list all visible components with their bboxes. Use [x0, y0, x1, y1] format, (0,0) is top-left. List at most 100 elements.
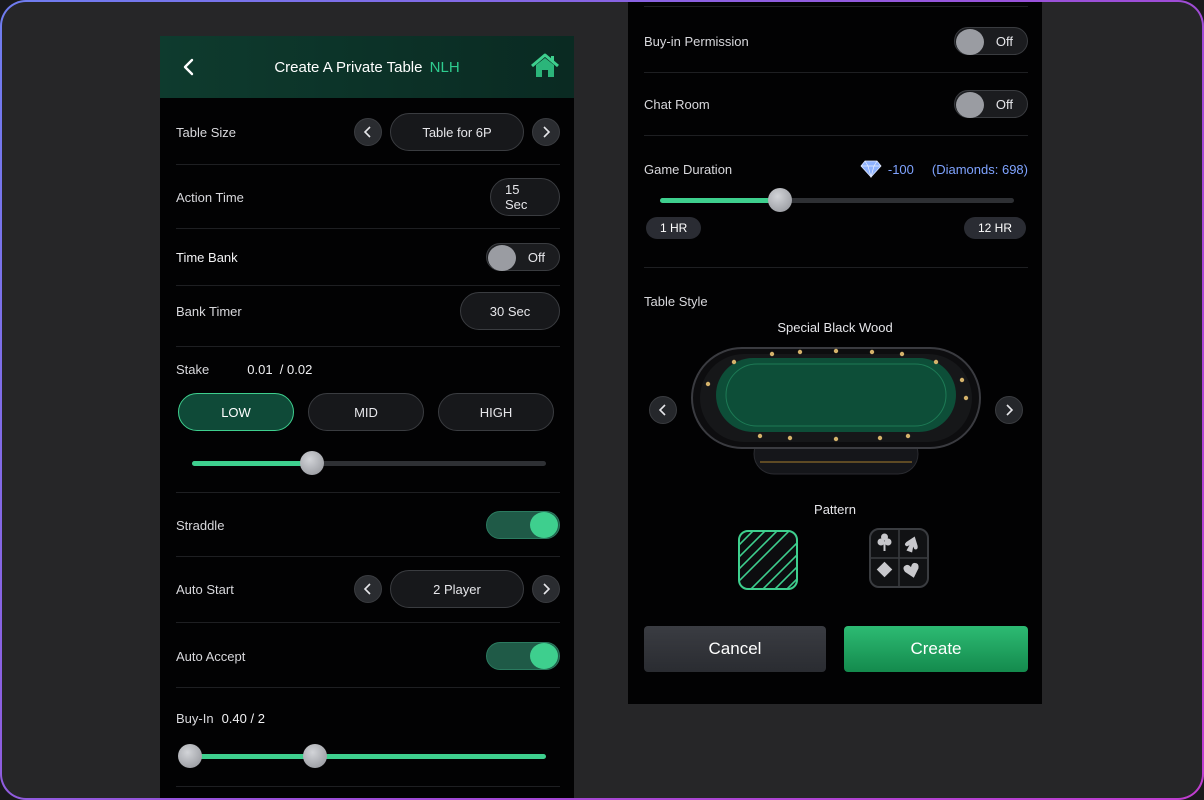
straddle-row: Straddle [176, 510, 560, 540]
auto-start-row: Auto Start 2 Player [176, 569, 560, 609]
back-button[interactable] [176, 54, 202, 80]
game-duration-cost: -100 (Diamonds: 698) [860, 160, 1028, 178]
stake-slider-fill [192, 461, 312, 466]
buyin-permission-toggle[interactable]: Off [954, 27, 1028, 55]
table-options-panel: Buy-in Permission Off Chat Room Off Game… [628, 2, 1042, 704]
panel-header: Create A Private Table NLH [160, 36, 574, 98]
chevron-right-icon [543, 126, 551, 138]
table-size-stepper: Table for 6P [354, 113, 560, 151]
stake-slider-handle[interactable] [300, 451, 324, 475]
auto-start-label: Auto Start [176, 581, 234, 597]
buy-in-range-slider[interactable] [178, 744, 546, 768]
time-bank-toggle[interactable]: Off [486, 243, 560, 271]
straddle-label: Straddle [176, 517, 225, 533]
stake-slider[interactable] [192, 451, 546, 475]
game-duration-label: Game Duration [644, 161, 733, 177]
game-duration-row: Game Duration -100 (Diamonds: 698) [644, 158, 1028, 180]
chat-room-state: Off [995, 97, 1013, 112]
auto-accept-label: Auto Accept [176, 648, 246, 664]
pattern-stripes-option[interactable] [738, 530, 798, 590]
divider [176, 164, 560, 165]
diagonal-stripes-pattern [740, 532, 796, 588]
bank-timer-row: Bank Timer 30 Sec [176, 292, 560, 330]
buyin-permission-state: Off [995, 34, 1013, 49]
time-bank-label: Time Bank [176, 249, 238, 265]
page-title: Create A Private Table NLH [274, 59, 459, 76]
chat-room-row: Chat Room Off [644, 89, 1028, 119]
chat-room-label: Chat Room [644, 96, 710, 112]
game-type-label: NLH [429, 58, 460, 76]
stake-level-high-button[interactable]: HIGH [438, 393, 554, 431]
buy-in-max-handle[interactable] [303, 744, 327, 768]
divider [644, 267, 1028, 268]
toggle-knob [956, 29, 984, 55]
buy-in-row: Buy-In 0.40 / 2 [176, 708, 560, 728]
divider [644, 135, 1028, 136]
stake-level-low-button[interactable]: LOW [178, 393, 294, 431]
chevron-left-icon [658, 404, 666, 416]
buyin-permission-row: Buy-in Permission Off [644, 26, 1028, 56]
game-duration-slider[interactable] [660, 188, 1014, 212]
duration-min-tag: 1 HR [646, 217, 702, 239]
buy-in-min-handle[interactable] [178, 744, 202, 768]
stake-label: Stake [176, 362, 210, 377]
action-time-row: Action Time 15 Sec [176, 177, 560, 217]
time-bank-row: Time Bank Off [176, 242, 560, 272]
auto-accept-toggle[interactable] [486, 642, 560, 670]
chevron-left-icon [363, 126, 371, 138]
home-button[interactable] [530, 53, 560, 81]
poker-table-preview [691, 347, 981, 475]
toggle-knob [488, 245, 516, 271]
chat-room-toggle[interactable]: Off [954, 90, 1028, 118]
pattern-suits-option[interactable] [869, 528, 929, 588]
stake-row: Stake 0.01 / 0.02 [176, 362, 312, 377]
divider [176, 346, 560, 347]
time-bank-state: Off [527, 250, 545, 265]
table-size-prev-button[interactable] [354, 118, 382, 146]
chevron-right-icon [1006, 404, 1014, 416]
page-title-text: Create A Private Table [274, 58, 423, 76]
table-style-name: Special Black Wood [777, 320, 893, 335]
action-time-select[interactable]: 15 Sec [490, 178, 560, 216]
auto-start-prev-button[interactable] [354, 575, 382, 603]
game-duration-cost-value: -100 [887, 161, 914, 177]
straddle-toggle[interactable] [486, 511, 560, 539]
buy-in-label: Buy-In [176, 710, 214, 726]
divider [176, 556, 560, 557]
divider [176, 228, 560, 229]
table-size-label: Table Size [176, 124, 236, 140]
chevron-left-icon [363, 583, 371, 595]
stake-level-group: LOW MID HIGH [178, 393, 554, 431]
action-time-label: Action Time [176, 189, 244, 205]
table-style-prev-button[interactable] [649, 396, 677, 424]
stake-level-mid-button[interactable]: MID [308, 393, 424, 431]
divider [176, 687, 560, 688]
table-style-next-button[interactable] [995, 396, 1023, 424]
pattern-label: Pattern [814, 502, 856, 517]
divider [176, 285, 560, 286]
game-duration-slider-handle[interactable] [768, 188, 792, 212]
auto-accept-row: Auto Accept [176, 641, 560, 671]
card-suits-pattern [871, 530, 927, 586]
auto-start-next-button[interactable] [532, 575, 560, 603]
toggle-knob [956, 92, 984, 118]
diamond-icon [860, 160, 882, 178]
bank-timer-select[interactable]: 30 Sec [460, 292, 560, 330]
game-duration-slider-fill [660, 198, 780, 203]
duration-max-tag: 12 HR [963, 217, 1026, 239]
device-frame: Create A Private Table NLH Table Size Ta… [0, 0, 1204, 800]
cancel-button[interactable]: Cancel [644, 626, 826, 672]
divider [644, 6, 1028, 7]
home-icon [531, 53, 559, 77]
toggle-knob [530, 512, 558, 538]
toggle-knob [530, 643, 558, 669]
create-table-panel: Create A Private Table NLH Table Size Ta… [160, 36, 574, 798]
divider [176, 622, 560, 623]
buyin-permission-label: Buy-in Permission [644, 33, 749, 49]
auto-start-value: 2 Player [390, 570, 524, 608]
bank-timer-label: Bank Timer [176, 303, 242, 319]
create-button[interactable]: Create [844, 626, 1028, 672]
divider [176, 786, 560, 787]
divider [176, 492, 560, 493]
table-size-next-button[interactable] [532, 118, 560, 146]
